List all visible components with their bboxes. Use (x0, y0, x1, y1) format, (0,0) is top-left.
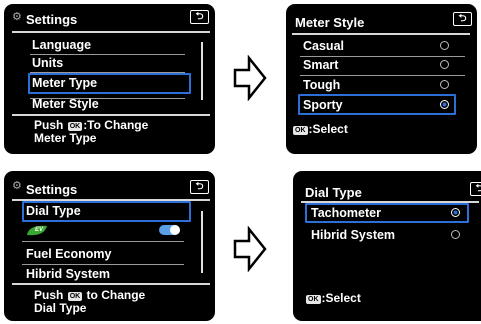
back-icon[interactable]: ⮌ (190, 10, 209, 24)
footer-hint: Push OK:To Change Meter Type (34, 119, 148, 145)
footer-target: Dial Type (34, 301, 87, 315)
footer-action: :To Change (83, 118, 149, 132)
toggle-knob (170, 225, 180, 235)
back-icon[interactable]: ⮌ (190, 180, 209, 194)
menu-item-units[interactable]: Units (32, 54, 63, 72)
radio-sporty-selected[interactable] (440, 100, 449, 109)
panel-title: Dial Type (305, 185, 362, 200)
option-sporty[interactable]: Sporty (303, 96, 343, 114)
ev-label: EV (35, 227, 44, 233)
option-hibrid-system[interactable]: Hibrid System (311, 226, 395, 244)
option-casual[interactable]: Casual (303, 37, 344, 55)
panel-title: Settings (26, 12, 78, 27)
item-divider (22, 241, 184, 242)
ok-button-icon: OK (293, 126, 308, 135)
option-smart[interactable]: Smart (303, 56, 338, 74)
panel-title: Settings (26, 182, 78, 197)
panel-settings-dial: ⚙ Settings ⮌ Dial Type EV Fuel Economy H… (4, 171, 215, 321)
footer-target: Meter Type (34, 131, 97, 145)
right-arrow-icon (233, 226, 267, 272)
radio-hibrid-system[interactable] (451, 230, 460, 239)
title-divider (292, 33, 470, 35)
footer-select: :Select (308, 122, 348, 136)
scrollbar[interactable] (201, 211, 203, 273)
back-icon[interactable]: ⮌ (453, 12, 472, 26)
gear-icon: ⚙ (12, 11, 22, 23)
option-tachometer[interactable]: Tachometer (311, 204, 381, 222)
footer-push: Push (34, 118, 64, 132)
radio-smart[interactable] (440, 60, 449, 69)
footer-divider (12, 283, 210, 285)
footer-hint: OK:Select (305, 292, 361, 305)
radio-casual[interactable] (440, 41, 449, 50)
footer-select: :Select (321, 291, 361, 305)
ok-button-icon: OK (306, 295, 321, 304)
panel-title: Meter Style (295, 15, 365, 30)
footer-hint: OK:Select (292, 123, 348, 136)
option-tough[interactable]: Tough (303, 76, 340, 94)
menu-item-meter-style[interactable]: Meter Style (32, 95, 99, 113)
panel-meter-style: Meter Style ⮌ Casual Smart Tough Sporty … (286, 4, 477, 154)
panel-settings-meter: ⚙ Settings ⮌ Language Units Meter Type M… (4, 4, 215, 154)
menu-item-meter-type[interactable]: Meter Type (32, 74, 97, 92)
menu-item-hibrid-system[interactable]: Hibrid System (26, 265, 110, 283)
panel-dial-type: Dial Type ⮌ Tachometer Hibrid System OK:… (293, 171, 481, 321)
footer-push: Push (34, 288, 64, 302)
radio-tachometer-selected[interactable] (451, 208, 460, 217)
footer-action: to Change (86, 288, 146, 302)
right-arrow-icon (233, 55, 267, 101)
menu-item-language[interactable]: Language (32, 36, 91, 54)
back-icon[interactable]: ⮌ (470, 182, 481, 196)
footer-divider (12, 114, 210, 116)
ok-button-icon: OK (67, 292, 83, 301)
radio-tough[interactable] (440, 80, 449, 89)
footer-hint: Push OK to Change Dial Type (34, 289, 145, 315)
ok-button-icon: OK (67, 122, 83, 131)
scrollbar[interactable] (201, 42, 203, 100)
title-divider (12, 31, 210, 33)
menu-item-dial-type[interactable]: Dial Type (26, 202, 81, 220)
menu-item-fuel-economy[interactable]: Fuel Economy (26, 245, 111, 263)
gear-icon: ⚙ (12, 180, 22, 192)
ev-toggle[interactable] (159, 225, 180, 235)
